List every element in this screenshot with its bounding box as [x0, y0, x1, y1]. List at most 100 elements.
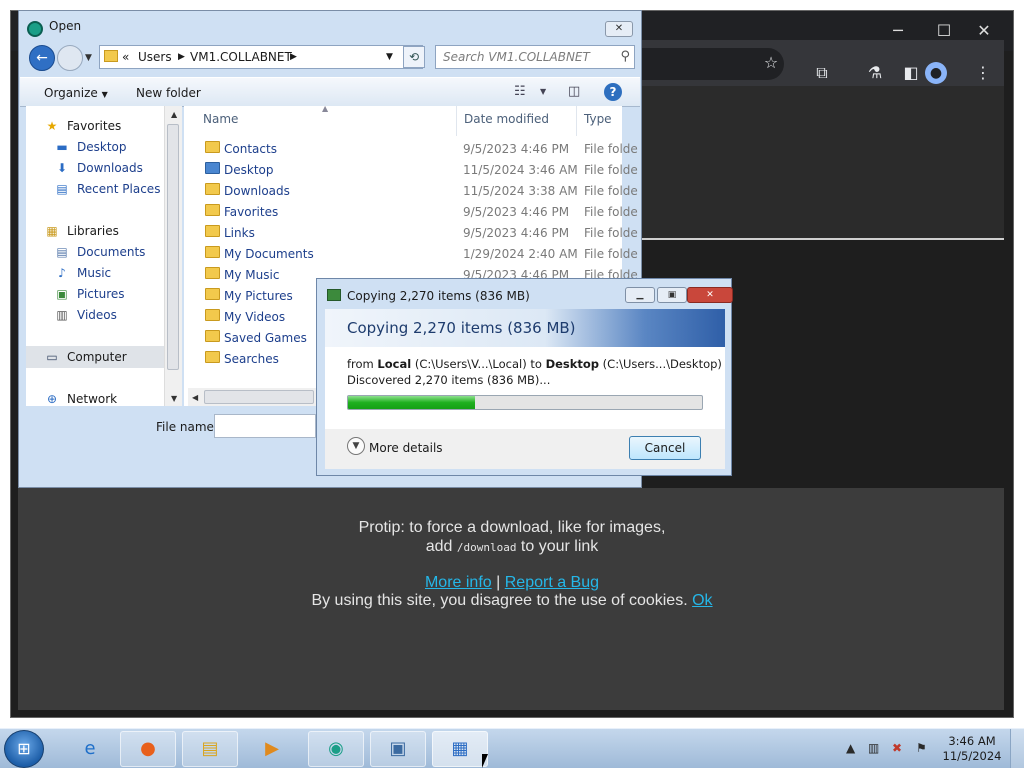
system-clock[interactable]: 3:46 AM 11/5/2024 — [940, 734, 1004, 764]
clock-time: 3:46 AM — [948, 734, 996, 748]
destination-folder[interactable]: Desktop — [546, 357, 599, 371]
column-name[interactable]: Name — [203, 112, 238, 126]
minimize-button[interactable]: ▁ — [625, 287, 655, 303]
report-bug-link[interactable]: Report a Bug — [505, 574, 599, 591]
media-player-icon[interactable]: ▶ — [244, 731, 300, 767]
copy-banner: Copying 2,270 items (836 MB) — [325, 309, 725, 347]
discovered-status: Discovered 2,270 items (836 MB)... — [347, 373, 551, 387]
chevron-down-icon[interactable]: ▼ — [347, 437, 365, 455]
cancel-button[interactable]: Cancel — [629, 436, 701, 460]
sort-arrow-icon: ▲ — [322, 104, 329, 113]
flask-icon[interactable]: ⚗ — [864, 62, 886, 84]
hscrollbar-thumb[interactable] — [204, 390, 314, 404]
remote-app-icon[interactable]: ◉ — [308, 731, 364, 767]
address-bar[interactable]: « Users ▶ VM1.COLLABNET ▶ ▼ — [99, 45, 423, 69]
network-tray-icon[interactable]: ▥ — [868, 741, 879, 755]
volume-muted-icon[interactable]: ✖ — [892, 741, 902, 755]
breadcrumb-users[interactable]: Users — [138, 50, 172, 64]
close-button[interactable]: ✕ — [687, 287, 733, 303]
protip-line-2: add /download to your link — [425, 538, 599, 555]
taskbar: ⊞ e ● ▤ ▶ ◉ ▣ ▦ ▲ ▥ ✖ ⚑ 3:46 AM 11/5/202… — [0, 728, 1024, 768]
recent-places-icon: ▤ — [56, 182, 68, 196]
file-row[interactable]: My Documents 1/29/2024 2:40 AM File fold… — [185, 243, 638, 264]
computer-icon: ▭ — [46, 350, 58, 364]
link-separator: | — [496, 574, 501, 591]
star-icon: ★ — [46, 119, 58, 133]
browser-page-header — [630, 86, 1004, 240]
file-row[interactable]: Saved Games — [185, 327, 315, 348]
help-icon[interactable]: ? — [604, 83, 622, 101]
scroll-down-icon[interactable]: ▼ — [171, 394, 177, 403]
column-separator[interactable] — [576, 106, 577, 136]
cookie-ok-link[interactable]: Ok — [692, 592, 712, 609]
restore-button[interactable]: ▣ — [657, 287, 687, 303]
show-desktop-button[interactable] — [1010, 729, 1024, 768]
scroll-left-icon[interactable]: ◀ — [192, 393, 198, 402]
nav-scrollbar-thumb[interactable] — [167, 124, 179, 370]
file-row[interactable]: My Videos — [185, 306, 315, 327]
back-button[interactable]: ← — [29, 45, 55, 71]
breadcrumb-arrow-icon[interactable]: ▶ — [290, 52, 297, 62]
column-date-modified[interactable]: Date modified — [464, 112, 549, 126]
filename-input[interactable] — [214, 414, 316, 438]
view-options-icon[interactable]: ☷ — [514, 84, 526, 99]
close-button[interactable]: ✕ — [605, 21, 633, 37]
search-input[interactable]: Search VM1.COLLABNET ⚲ — [435, 45, 635, 69]
breadcrumb-arrow-icon[interactable]: ▶ — [178, 52, 185, 62]
breadcrumb-vm1[interactable]: VM1.COLLABNET — [190, 50, 292, 64]
profile-icon[interactable]: ● — [925, 62, 947, 84]
preview-pane-icon[interactable]: ◫ — [568, 84, 580, 99]
more-details-toggle[interactable]: More details — [369, 441, 443, 455]
file-row[interactable]: Links 9/5/2023 4:46 PM File folder — [185, 222, 638, 243]
column-separator[interactable] — [456, 106, 457, 136]
cookie-notice: By using this site, you disagree to the … — [0, 592, 1024, 610]
address-dropdown-icon[interactable]: ▼ — [386, 52, 393, 62]
firefox-icon[interactable]: ● — [120, 731, 176, 767]
file-row[interactable]: Contacts 9/5/2023 4:46 PM File folder — [185, 138, 638, 159]
file-row[interactable]: Downloads 11/5/2024 3:38 AM File folder — [185, 180, 638, 201]
breadcrumb-chevrons[interactable]: « — [122, 50, 129, 64]
image-viewer-icon[interactable]: ▣ — [370, 731, 426, 767]
folder-icon — [205, 309, 220, 321]
file-row[interactable]: Searches — [185, 348, 315, 369]
organize-button[interactable]: Organize ▼ — [44, 86, 108, 100]
links-row: More info | Report a Bug — [0, 574, 1024, 592]
folder-icon — [205, 330, 220, 342]
folder-icon — [205, 267, 220, 279]
pictures-icon: ▣ — [56, 287, 68, 301]
new-folder-button[interactable]: New folder — [136, 86, 201, 100]
scroll-up-icon[interactable]: ▲ — [171, 110, 177, 119]
file-explorer-icon[interactable]: ▤ — [182, 731, 238, 767]
star-icon[interactable]: ☆ — [760, 52, 782, 74]
windows-start-icon[interactable]: ⊞ — [4, 730, 44, 768]
view-dropdown-icon[interactable]: ▼ — [540, 87, 546, 96]
protip-code: /download — [456, 541, 517, 554]
refresh-button[interactable]: ⟲ — [403, 46, 425, 68]
copy-icon — [327, 289, 341, 301]
forward-button[interactable] — [57, 45, 83, 71]
internet-explorer-icon[interactable]: e — [62, 731, 118, 767]
menu-icon[interactable]: ⋮ — [972, 62, 994, 84]
extensions-icon[interactable]: ⧉ — [811, 62, 833, 84]
source-folder[interactable]: Local — [377, 357, 411, 371]
action-center-flag-icon[interactable]: ⚑ — [916, 741, 927, 755]
folder-icon — [205, 288, 220, 300]
show-hidden-icons-icon[interactable]: ▲ — [846, 741, 855, 755]
copy-dialog-title: Copying 2,270 items (836 MB) — [347, 289, 530, 303]
file-row[interactable]: Favorites 9/5/2023 4:46 PM File folder — [185, 201, 638, 222]
control-panel-icon[interactable]: ▦ — [432, 731, 488, 767]
folder-icon — [205, 351, 220, 363]
recent-pages-dropdown[interactable]: ▼ — [85, 53, 92, 63]
dialog-title: Open — [49, 19, 82, 33]
file-row[interactable]: My Pictures — [185, 285, 315, 306]
sidepanel-icon[interactable]: ◧ — [900, 62, 922, 84]
search-icon[interactable]: ⚲ — [620, 49, 630, 64]
network-icon: ⊕ — [46, 392, 58, 406]
folder-icon — [205, 183, 220, 195]
column-type[interactable]: Type — [584, 112, 612, 126]
app-icon — [27, 21, 43, 37]
file-row[interactable]: Desktop 11/5/2024 3:46 AM File folder — [185, 159, 638, 180]
copy-heading: Copying 2,270 items (836 MB) — [347, 319, 576, 337]
more-info-link[interactable]: More info — [425, 574, 492, 591]
folder-icon — [205, 225, 220, 237]
